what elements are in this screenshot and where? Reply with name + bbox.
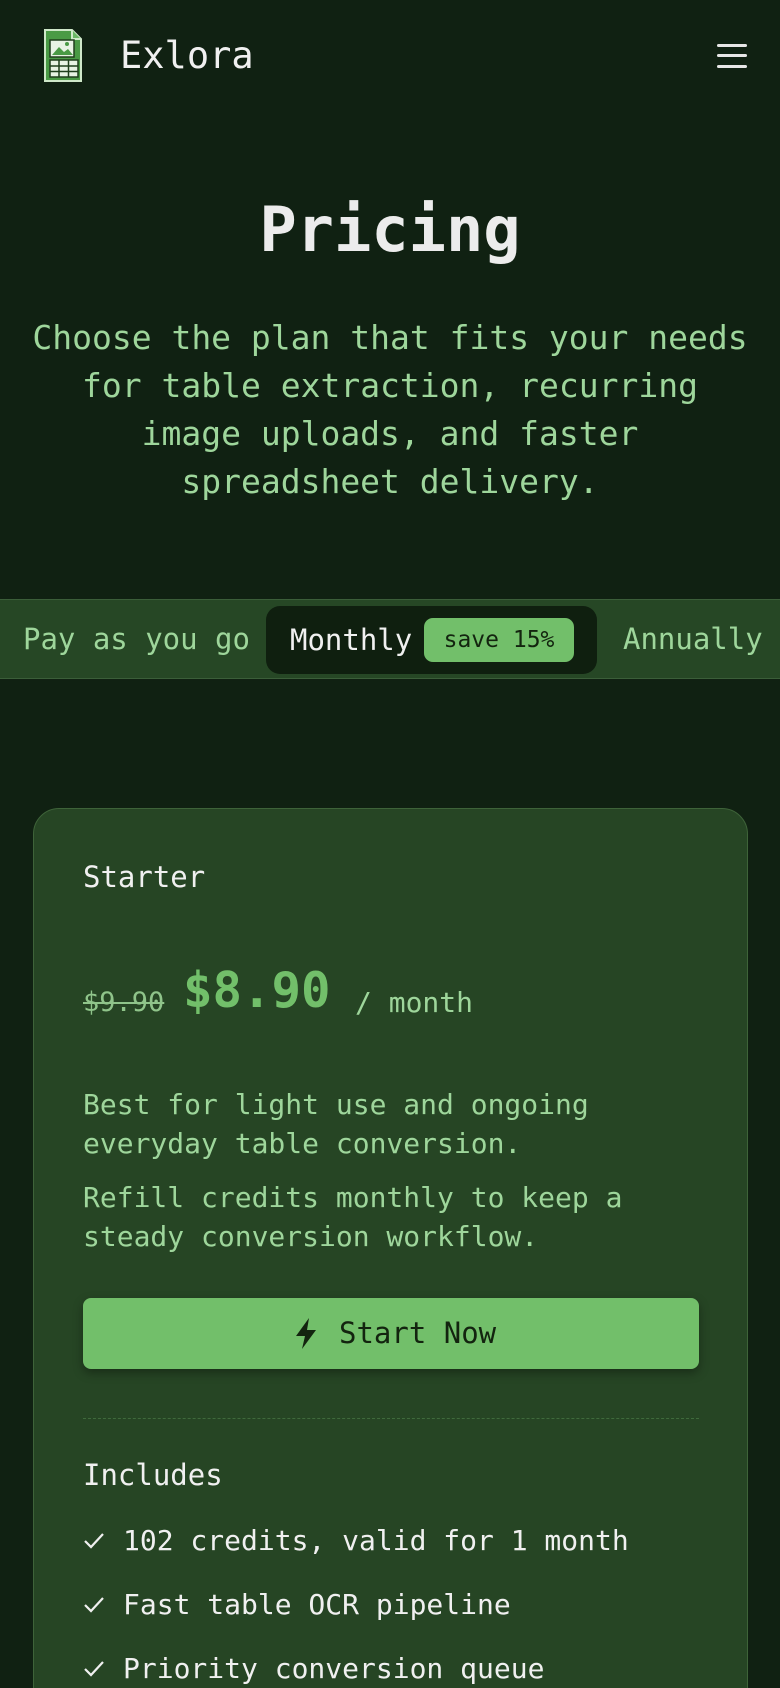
start-now-label: Start Now [339,1316,497,1350]
card-divider [83,1418,699,1419]
plan-refill-note: Refill credits monthly to keep a steady … [83,1181,623,1253]
lightning-bolt-icon [296,1318,316,1349]
page-title: Pricing [259,193,521,266]
plan-description: Best for light use and ongoing everyday … [83,1088,589,1160]
feature-item: 102 credits, valid for 1 month [83,1523,703,1587]
feature-text: Priority conversion queue [123,1652,545,1685]
includes-title: Includes [83,1458,223,1492]
billing-option-pay-as-you-go[interactable]: Pay as you go [23,600,250,678]
billing-option-monthly[interactable]: Monthly save 15% [266,606,597,674]
feature-item: Fast table OCR pipeline [83,1587,703,1651]
top-header: Exlora [0,0,780,112]
spreadsheet-image-logo-icon[interactable] [42,28,84,84]
feature-text: 102 credits, valid for 1 month [123,1524,629,1557]
billing-option-monthly-label: Monthly [290,623,413,657]
price-period: / month [355,986,474,1019]
check-icon [84,1533,104,1549]
save-badge: save 15% [424,618,574,662]
brand-name[interactable]: Exlora [120,34,254,78]
billing-option-annually[interactable]: Annually [623,600,763,678]
hamburger-menu-icon[interactable] [716,40,748,72]
plan-name: Starter [83,860,206,894]
feature-list: 102 credits, valid for 1 month Fast tabl… [83,1523,703,1688]
billing-period-toggle: Pay as you go Monthly save 15% Annually [0,599,780,679]
feature-text: Fast table OCR pipeline [123,1588,511,1621]
price-row: $9.90 $8.90 / month [83,961,703,1021]
check-icon [84,1597,104,1613]
check-icon [84,1661,104,1677]
feature-item: Priority conversion queue [83,1651,703,1688]
page-subtitle: Choose the plan that fits your needs for… [32,318,748,501]
current-price: $8.90 [183,962,331,1019]
start-now-button[interactable]: Start Now [83,1298,699,1369]
old-price: $9.90 [83,987,165,1018]
plan-card-starter: Starter $9.90 $8.90 / month Best for lig… [33,808,748,1688]
